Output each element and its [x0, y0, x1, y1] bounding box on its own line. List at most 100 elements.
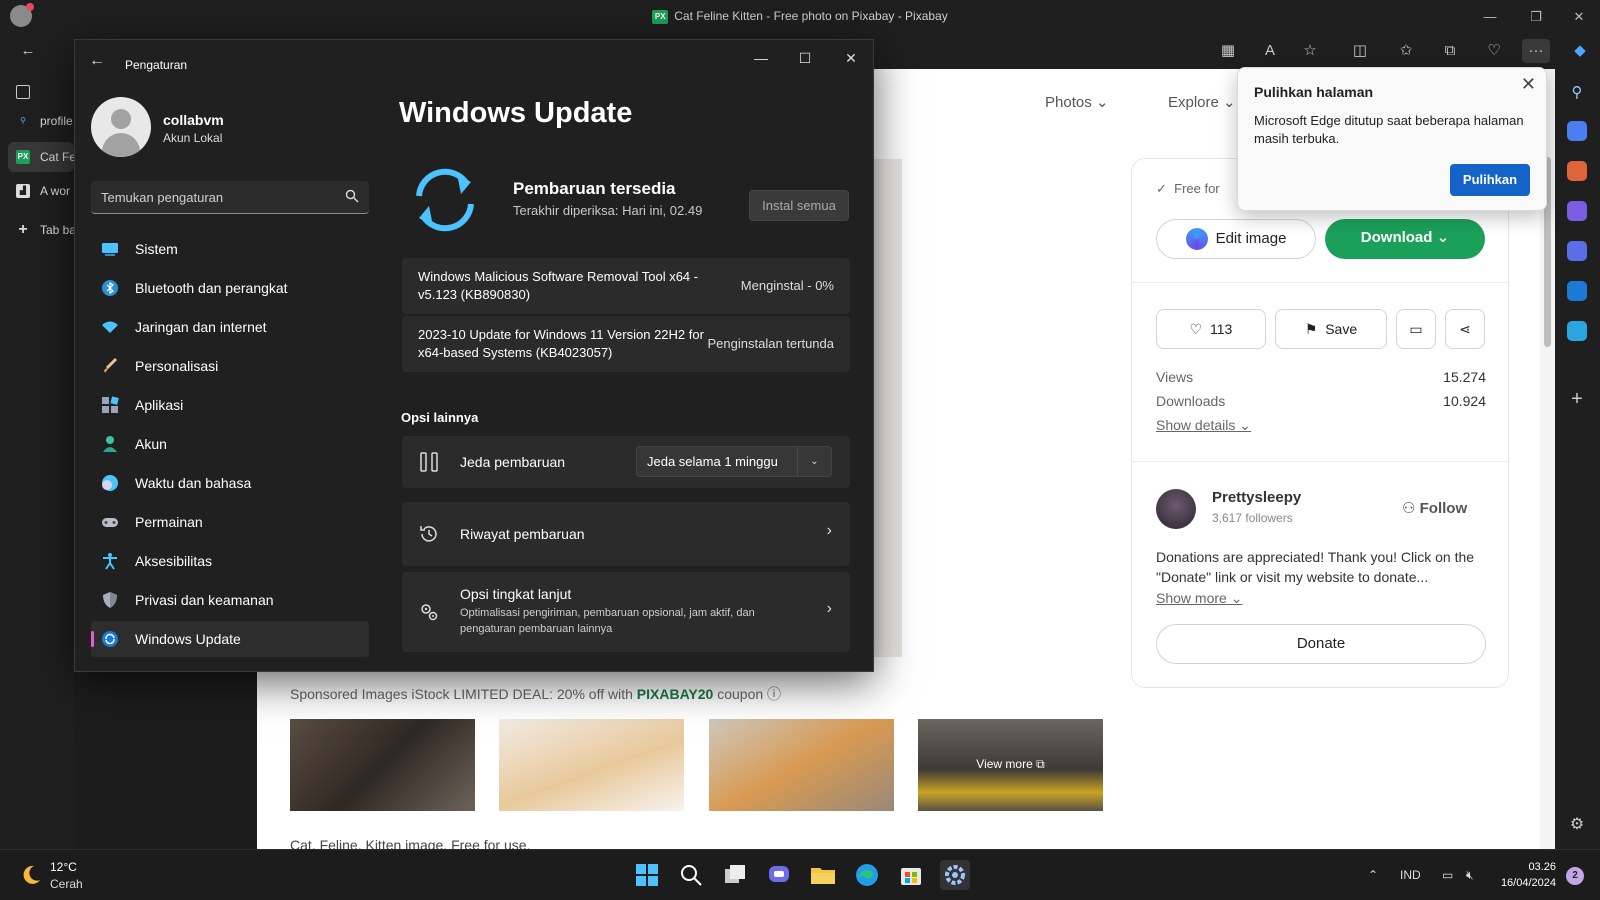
user-avatar[interactable] — [91, 97, 151, 157]
author-name[interactable]: Prettysleepy — [1212, 489, 1301, 506]
browser-essentials-icon[interactable]: ♡ — [1480, 39, 1508, 63]
tab-profile[interactable]: ⚲ profile — [8, 106, 74, 136]
new-tab-button[interactable]: + Tab ba — [8, 215, 74, 245]
search-icon[interactable] — [676, 860, 706, 890]
back-icon[interactable]: ← — [14, 39, 42, 63]
games-icon[interactable] — [1567, 201, 1587, 221]
search-icon — [345, 189, 359, 203]
sponsored-image-2[interactable] — [499, 719, 684, 811]
copilot-sidebar-icon[interactable] — [1567, 241, 1587, 261]
nav-privasi[interactable]: Privasi dan keamanan — [91, 582, 369, 618]
store-icon[interactable] — [896, 860, 926, 890]
outlook-icon[interactable] — [1567, 281, 1587, 301]
add-sidebar-app-icon[interactable]: + — [1567, 389, 1587, 409]
favorites-icon[interactable]: ✩ — [1392, 39, 1420, 63]
network-icon[interactable]: ▭ — [1442, 868, 1453, 882]
advanced-options-row[interactable]: Opsi tingkat lanjut Optimalisasi pengiri… — [402, 572, 850, 652]
more-menu-icon[interactable]: ··· — [1522, 39, 1550, 63]
notification-badge[interactable]: 2 — [1566, 867, 1584, 885]
minimize-button[interactable]: — — [1467, 0, 1513, 33]
nav-permainan[interactable]: Permainan — [91, 504, 369, 540]
close-button[interactable]: ✕ — [1556, 0, 1600, 33]
update-item: Windows Malicious Software Removal Tool … — [402, 258, 850, 314]
favorite-star-icon[interactable]: ☆ — [1296, 39, 1324, 63]
close-icon[interactable]: ✕ — [1521, 74, 1536, 95]
settings-search-box[interactable] — [91, 181, 369, 214]
sponsored-banner: Sponsored Images iStock LIMITED DEAL: 20… — [290, 686, 782, 702]
nav-bluetooth[interactable]: Bluetooth dan perangkat — [91, 270, 369, 306]
moon-weather-icon[interactable] — [20, 864, 42, 886]
collections-icon[interactable]: ⧉ — [1436, 39, 1464, 63]
edge-icon[interactable] — [852, 860, 882, 890]
weather-condition[interactable]: Cerah — [50, 877, 83, 891]
donate-button[interactable]: Donate — [1156, 624, 1486, 664]
drop-icon[interactable] — [1567, 321, 1587, 341]
edit-image-button[interactable]: Edit image — [1156, 219, 1316, 259]
clock[interactable]: 03.26 16/04/2024 — [1496, 859, 1556, 891]
nav-explore[interactable]: Explore ⌄ — [1168, 93, 1236, 111]
add-user-icon: ⚇ — [1402, 500, 1416, 517]
update-history-row[interactable]: Riwayat pembaruan › — [402, 502, 850, 566]
maximize-button[interactable]: ❐ — [1513, 0, 1559, 33]
nav-photos[interactable]: Photos ⌄ — [1045, 93, 1108, 111]
update-status: Penginstalan tertunda — [707, 336, 834, 351]
settings-taskbar-icon[interactable] — [940, 860, 970, 890]
sponsored-view-more[interactable]: View more ⧉ — [918, 719, 1103, 811]
nav-aksesibilitas[interactable]: Aksesibilitas — [91, 543, 369, 579]
nav-aplikasi[interactable]: Aplikasi — [91, 387, 369, 423]
nav-personalisasi[interactable]: Personalisasi — [91, 348, 369, 384]
file-explorer-icon[interactable] — [808, 860, 838, 890]
share-button[interactable]: ⋖ — [1445, 309, 1485, 349]
nav-jaringan[interactable]: Jaringan dan internet — [91, 309, 369, 345]
read-aloud-icon[interactable]: A — [1256, 39, 1284, 63]
search-icon[interactable]: ⚲ — [1567, 83, 1587, 103]
sponsored-image-3[interactable] — [709, 719, 894, 811]
save-button[interactable]: ⚑ Save — [1275, 309, 1387, 349]
copilot-designer-icon — [1185, 228, 1208, 251]
back-arrow-icon[interactable]: ← — [89, 52, 105, 70]
weather-temperature[interactable]: 12°C — [50, 860, 77, 874]
settings-minimize-button[interactable]: — — [741, 44, 781, 72]
nav-sistem[interactable]: Sistem — [91, 231, 369, 267]
tab-cat-feline[interactable]: PX Cat Fe — [8, 142, 74, 172]
restore-button[interactable]: Pulihkan — [1450, 164, 1530, 196]
views-stat: Views 15.274 — [1156, 369, 1486, 385]
follow-button[interactable]: ⚇ Follow — [1402, 499, 1467, 517]
nav-waktu-bahasa[interactable]: Waktu dan bahasa — [91, 465, 369, 501]
copilot-icon[interactable]: ◆ — [1566, 39, 1594, 63]
coupon-code[interactable]: PIXABAY20 — [637, 686, 714, 702]
shopping-icon[interactable] — [1567, 121, 1587, 141]
restore-pages-popup: Pulihkan halaman ✕ Microsoft Edge ditutu… — [1237, 67, 1547, 211]
tab-a-world[interactable]: ▟ A wor — [8, 176, 74, 206]
app-available-icon[interactable]: ▦ — [1214, 39, 1242, 63]
nav-windows-update[interactable]: Windows Update — [91, 621, 369, 657]
pause-duration-dropdown[interactable]: Jeda selama 1 minggu ⌄ — [636, 446, 832, 477]
browser-titlebar: PX Cat Feline Kitten - Free photo on Pixa… — [0, 0, 1600, 33]
info-icon[interactable]: ⓘ — [767, 686, 781, 702]
sponsored-image-1[interactable] — [290, 719, 475, 811]
tray-chevron-up-icon[interactable]: ⌃ — [1368, 868, 1378, 882]
like-button[interactable]: ♡ 113 — [1156, 309, 1266, 349]
bookmark-icon: ⚑ — [1304, 321, 1318, 337]
download-button[interactable]: Download ⌄ — [1325, 219, 1485, 259]
split-screen-icon[interactable]: ◫ — [1346, 39, 1374, 63]
tools-icon[interactable] — [1567, 161, 1587, 181]
show-details-link[interactable]: Show details ⌄ — [1156, 417, 1251, 434]
task-view-icon[interactable] — [720, 860, 750, 890]
start-icon[interactable] — [632, 860, 662, 890]
gear-icon — [421, 604, 438, 621]
settings-close-button[interactable]: ✕ — [831, 44, 871, 72]
volume-muted-icon[interactable]: 🔇︎ — [1466, 868, 1474, 883]
teams-chat-icon[interactable] — [764, 860, 794, 890]
install-all-button[interactable]: Instal semua — [749, 190, 849, 221]
settings-search-input[interactable] — [101, 181, 331, 213]
comment-button[interactable]: ▭ — [1396, 309, 1436, 349]
nav-akun[interactable]: Akun — [91, 426, 369, 462]
sidebar-settings-icon[interactable]: ⚙ — [1567, 814, 1587, 834]
tab-actions-icon[interactable] — [8, 77, 38, 107]
author-avatar[interactable] — [1156, 489, 1196, 529]
chevron-right-icon: › — [826, 522, 832, 539]
language-indicator[interactable]: IND — [1400, 868, 1421, 882]
show-more-link[interactable]: Show more ⌄ — [1156, 590, 1242, 607]
settings-maximize-button[interactable]: ☐ — [785, 44, 825, 72]
